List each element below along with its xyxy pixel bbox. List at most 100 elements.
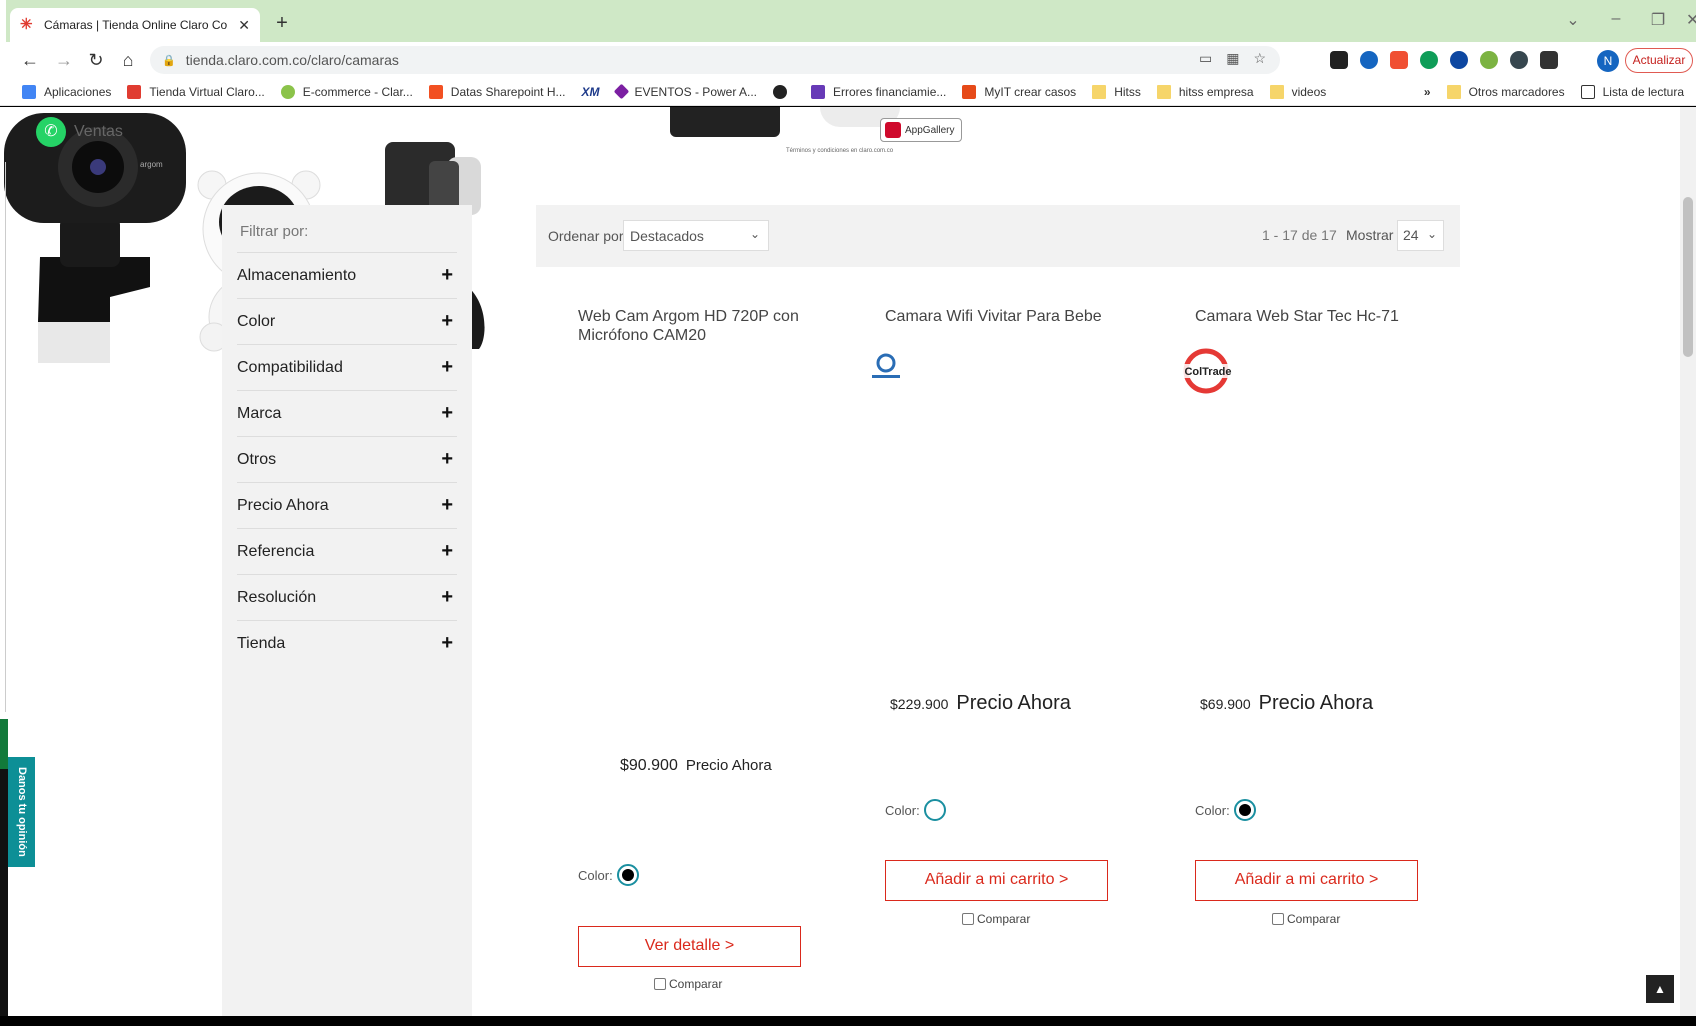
- bookmark-star-icon[interactable]: ☆: [1253, 50, 1266, 67]
- reload-icon[interactable]: ↻: [84, 48, 108, 72]
- svg-text:ColTrade: ColTrade: [1184, 366, 1231, 378]
- color-swatch-white[interactable]: [923, 799, 946, 821]
- coltrade-logo: ColTrade: [1178, 348, 1238, 394]
- extension-icon[interactable]: [1480, 51, 1498, 69]
- product-name[interactable]: Web Cam Argom HD 720P con Micrófono CAM2…: [578, 307, 808, 345]
- price-row: $229.900 Precio Ahora: [890, 692, 1071, 715]
- whatsapp-icon: ✆: [36, 117, 66, 147]
- product-price: $69.900: [1200, 696, 1251, 712]
- extension-icon[interactable]: [1360, 51, 1378, 69]
- add-to-cart-button[interactable]: Añadir a mi carrito >: [885, 860, 1108, 901]
- filter-color[interactable]: Color +: [237, 298, 457, 344]
- product-name[interactable]: Camara Web Star Tec Hc-71: [1195, 307, 1425, 326]
- filter-almacenamiento[interactable]: Almacenamiento +: [237, 252, 457, 298]
- filter-referencia[interactable]: Referencia +: [237, 528, 457, 574]
- compare-checkbox[interactable]: Comparar: [962, 912, 1030, 926]
- new-tab-button[interactable]: +: [270, 12, 294, 35]
- appgallery-badge: AppGallery: [880, 118, 962, 142]
- bookmark-folder[interactable]: Hitss: [1092, 84, 1141, 99]
- filter-tienda[interactable]: Tienda +: [237, 620, 457, 666]
- bookmarks-bar: Aplicaciones Tienda Virtual Claro... E-c…: [0, 78, 1696, 106]
- cast-icon[interactable]: ▭: [1199, 50, 1212, 67]
- bookmark-item[interactable]: E-commerce - Clar...: [280, 84, 413, 99]
- tab-search-icon[interactable]: ⌄: [1558, 10, 1588, 30]
- view-detail-button[interactable]: Ver detalle >: [578, 926, 801, 967]
- filter-compatibilidad[interactable]: Compatibilidad +: [237, 344, 457, 390]
- color-swatch-black[interactable]: [616, 864, 639, 886]
- puzzle-extensions-icon[interactable]: [1540, 51, 1558, 69]
- bookmark-item[interactable]: [773, 84, 795, 99]
- forms-icon: [811, 84, 825, 99]
- plus-icon: +: [441, 540, 453, 562]
- filter-precio-ahora[interactable]: Precio Ahora +: [237, 482, 457, 528]
- forward-arrow-icon[interactable]: →: [52, 48, 76, 72]
- browser-window: ✳ Cámaras | Tienda Online Claro Co ✕ + ⌄…: [0, 0, 1696, 1026]
- bookmark-item[interactable]: Aplicaciones: [22, 84, 111, 99]
- price-label: Precio Ahora: [685, 757, 772, 774]
- checkbox-icon: [1272, 913, 1284, 925]
- banner-terms: Términos y condiciones en claro.com.co: [786, 148, 894, 154]
- whatsapp-sales-link[interactable]: ✆ Ventas: [36, 117, 123, 147]
- extension-icon[interactable]: [1390, 51, 1408, 69]
- extension-icon[interactable]: [1420, 51, 1438, 69]
- bookmark-folder[interactable]: hitss empresa: [1156, 84, 1254, 99]
- filter-otros[interactable]: Otros +: [237, 436, 457, 482]
- feedback-tab[interactable]: Danos tu opinión: [8, 757, 35, 867]
- filter-marca[interactable]: Marca +: [237, 390, 457, 436]
- sort-label: Ordenar por: [548, 228, 624, 244]
- extension-icon[interactable]: [1450, 51, 1468, 69]
- tab-active[interactable]: ✳ Cámaras | Tienda Online Claro Co ✕: [10, 8, 260, 42]
- qr-code-icon[interactable]: ▦: [1226, 50, 1239, 67]
- power-apps-icon: [613, 83, 629, 100]
- reading-list-button[interactable]: Lista de lectura: [1580, 85, 1684, 99]
- price-row: $90.900 Precio Ahora: [620, 757, 772, 775]
- product-name[interactable]: Camara Wifi Vivitar Para Bebe: [885, 307, 1115, 326]
- product-card: Camara Web Star Tec Hc-71: [1195, 307, 1425, 326]
- update-button[interactable]: Actualizar: [1625, 48, 1693, 73]
- scroll-to-top-button[interactable]: ▲: [1646, 975, 1674, 1003]
- folder-icon: [1446, 85, 1461, 99]
- profile-avatar[interactable]: N: [1597, 50, 1619, 72]
- bookmark-item[interactable]: Errores financiamie...: [811, 84, 946, 99]
- sort-select[interactable]: Destacados ⌄: [623, 220, 769, 251]
- plus-icon: +: [441, 402, 453, 424]
- back-arrow-icon[interactable]: ←: [18, 48, 42, 72]
- restore-button[interactable]: ❐: [1643, 10, 1673, 30]
- color-selector: Color:: [885, 799, 946, 821]
- tab-title: Cámaras | Tienda Online Claro Co: [44, 18, 228, 32]
- plus-icon: +: [441, 310, 453, 332]
- close-window-button[interactable]: ✕: [1686, 10, 1696, 30]
- tablet-image: [670, 107, 780, 137]
- folder-icon: [1092, 84, 1107, 99]
- add-to-cart-button[interactable]: Añadir a mi carrito >: [1195, 860, 1418, 901]
- home-icon[interactable]: ⌂: [116, 48, 140, 72]
- page-content: ✆ Ventas AppGallery Términos y condicion…: [0, 107, 1680, 1026]
- address-bar[interactable]: 🔒 tienda.claro.com.co/claro/camaras ▭ ▦ …: [150, 46, 1280, 74]
- whatsapp-label: Ventas: [74, 123, 123, 140]
- compare-checkbox[interactable]: Comparar: [1272, 912, 1340, 926]
- bookmark-item[interactable]: Datas Sharepoint H...: [428, 84, 566, 99]
- compare-checkbox[interactable]: Comparar: [654, 977, 722, 991]
- color-selector: Color:: [578, 864, 639, 886]
- bookmark-folder[interactable]: videos: [1269, 84, 1326, 99]
- filter-resolucion[interactable]: Resolución +: [237, 574, 457, 620]
- minimize-button[interactable]: –: [1601, 10, 1631, 28]
- scrollbar-thumb[interactable]: [1683, 197, 1693, 357]
- bookmark-item[interactable]: EVENTOS - Power A...: [613, 83, 757, 100]
- folder-icon: [1156, 84, 1171, 99]
- bookmark-item[interactable]: XM: [582, 85, 600, 99]
- price-label: Precio Ahora: [956, 692, 1071, 714]
- more-bookmarks-button[interactable]: »: [1424, 85, 1431, 99]
- extension-icon[interactable]: [1510, 51, 1528, 69]
- color-swatch-black[interactable]: [1233, 799, 1256, 821]
- extension-icon[interactable]: [1330, 51, 1348, 69]
- page-scrollbar[interactable]: [1680, 107, 1696, 1026]
- page-size-select[interactable]: 24 ⌄: [1397, 220, 1444, 251]
- promo-banner[interactable]: AppGallery Términos y condiciones en cla…: [660, 107, 1020, 157]
- myit-icon: [962, 84, 977, 99]
- bookmark-item[interactable]: Tienda Virtual Claro...: [127, 84, 265, 99]
- bookmark-item[interactable]: MyIT crear casos: [962, 84, 1076, 99]
- other-bookmarks-folder[interactable]: Otros marcadores: [1446, 85, 1565, 99]
- tab-close-icon[interactable]: ✕: [238, 17, 250, 34]
- product-card: Camara Wifi Vivitar Para Bebe: [885, 307, 1115, 326]
